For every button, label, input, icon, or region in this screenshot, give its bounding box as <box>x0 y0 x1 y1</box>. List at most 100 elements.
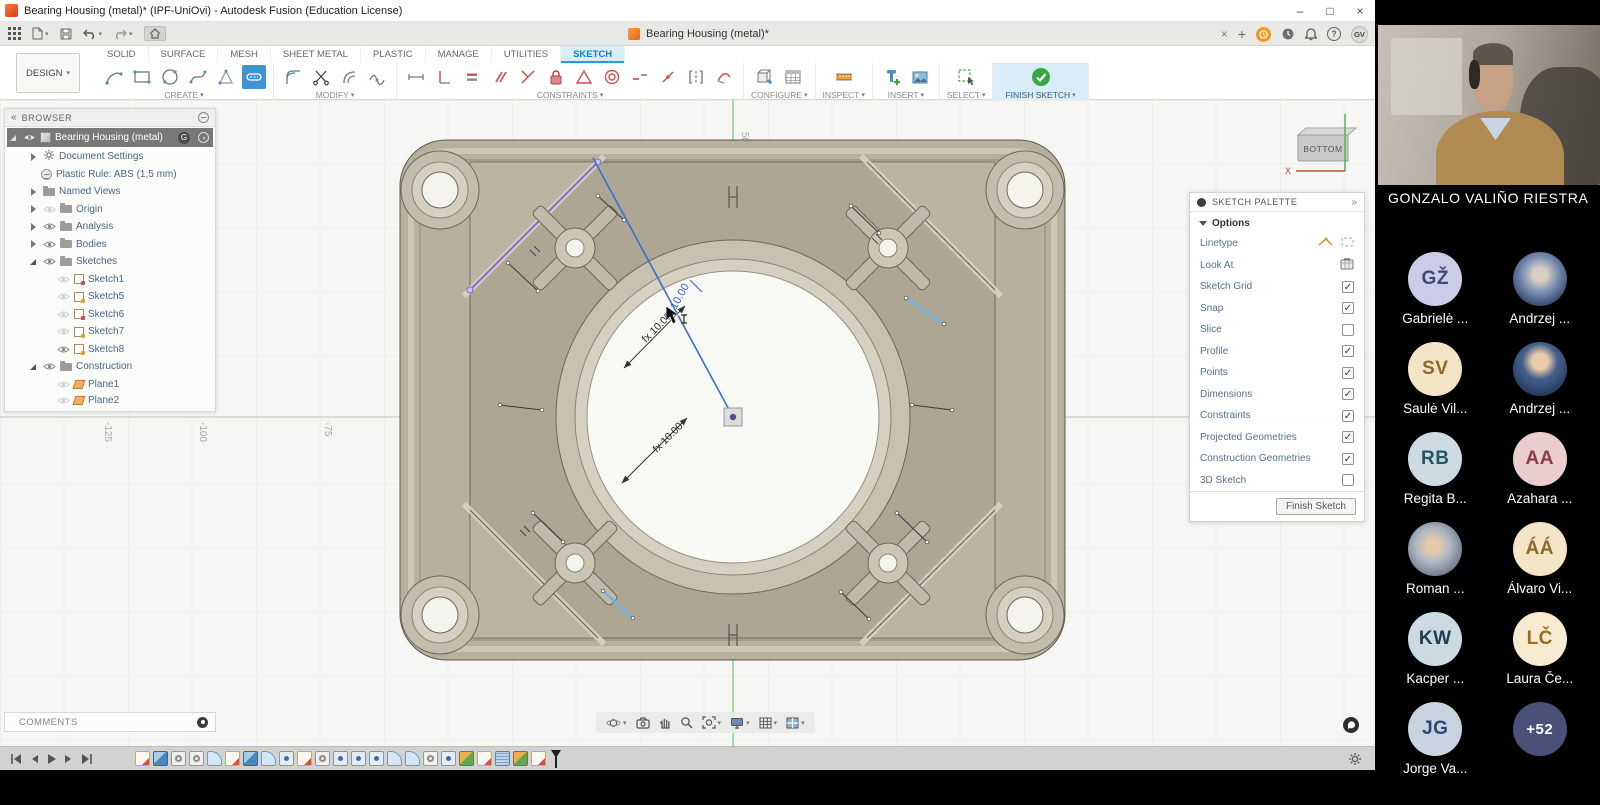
undo-button[interactable]: ▾ <box>83 28 103 40</box>
avatar[interactable]: AA <box>1513 432 1567 486</box>
tab-sketch[interactable]: SKETCH <box>561 46 625 63</box>
insert-fastener-icon[interactable] <box>880 65 904 89</box>
section-collapse-icon[interactable] <box>1199 221 1207 226</box>
triangle-constraint-icon[interactable] <box>572 65 596 89</box>
browser-item[interactable]: Plane2 <box>5 393 215 411</box>
browser-root-item[interactable]: Bearing Housing (metal) G <box>7 128 213 147</box>
avatar[interactable] <box>1513 342 1567 396</box>
line-tool-icon[interactable] <box>102 65 126 89</box>
browser-item[interactable]: Sketch8 <box>5 341 215 359</box>
symmetry-constraint-icon[interactable] <box>684 65 708 89</box>
orbit-icon[interactable]: ▾ <box>606 716 627 730</box>
new-tab-icon[interactable]: + <box>1238 26 1246 42</box>
visibility-eye-icon[interactable] <box>43 362 56 371</box>
close-icon[interactable]: × <box>1345 0 1375 22</box>
browser-item[interactable]: Origin <box>5 201 215 219</box>
participant-tile[interactable]: Roman ... <box>1383 522 1488 612</box>
browser-item[interactable]: Sketches <box>5 253 215 271</box>
tab-solid[interactable]: SOLID <box>95 46 149 63</box>
origin-marker[interactable] <box>724 408 742 426</box>
browser-item[interactable]: Sketch5 <box>5 288 215 306</box>
participant-tile[interactable]: RBRegita B... <box>1383 432 1488 522</box>
collinear-constraint-icon[interactable] <box>628 65 652 89</box>
timeline-feature-icon[interactable] <box>495 751 510 766</box>
select-group-label[interactable]: SELECT <box>947 90 980 100</box>
participant-tile[interactable]: LČLaura Če... <box>1488 612 1593 702</box>
visibility-eye-icon[interactable] <box>43 257 56 266</box>
timeline-feature-icon[interactable] <box>279 751 294 766</box>
browser-item[interactable]: Analysis <box>5 218 215 236</box>
workspace-selector[interactable]: DESIGN ▾ <box>16 53 80 93</box>
insert-image-icon[interactable] <box>908 65 932 89</box>
timeline-feature-icon[interactable] <box>351 751 366 766</box>
avatar[interactable]: RB <box>1408 432 1462 486</box>
minimize-panel-icon[interactable] <box>198 112 209 123</box>
expand-arrow-icon[interactable] <box>30 259 36 265</box>
visibility-eye-icon[interactable] <box>57 396 70 405</box>
go-to-start-button[interactable] <box>10 753 22 765</box>
timeline-feature-icon[interactable] <box>153 751 168 766</box>
checkbox[interactable]: ✓ <box>1342 431 1354 443</box>
sketch-dimension-icon[interactable] <box>404 65 428 89</box>
tab-plastic[interactable]: PLASTIC <box>361 46 426 63</box>
expand-arrow-icon[interactable] <box>31 188 36 196</box>
browser-item[interactable]: Sketch1 <box>5 271 215 289</box>
constraints-group-label[interactable]: CONSTRAINTS <box>537 90 598 100</box>
maximize-icon[interactable]: □ <box>1315 0 1345 22</box>
participant-tile[interactable]: SVSaulė Vil... <box>1383 342 1488 432</box>
collapse-panel-icon[interactable]: « <box>11 112 17 123</box>
tab-utilities[interactable]: UTILITIES <box>492 46 561 63</box>
visibility-eye-icon[interactable] <box>57 292 70 301</box>
timeline-feature-icon[interactable] <box>171 751 186 766</box>
timeline-feature-icon[interactable] <box>459 751 474 766</box>
avatar[interactable]: SV <box>1408 342 1462 396</box>
normal-linetype-icon[interactable] <box>1341 236 1354 251</box>
create-group-label[interactable]: CREATE <box>164 90 198 100</box>
participant-tile[interactable]: AAAzahara ... <box>1488 432 1593 522</box>
notifications-bell-icon[interactable] <box>1305 28 1317 41</box>
participant-tile[interactable]: Andrzej ... <box>1488 252 1593 342</box>
job-status-icon[interactable] <box>1256 27 1271 42</box>
app-grid-icon[interactable] <box>8 27 21 40</box>
timeline-feature-icon[interactable] <box>243 751 258 766</box>
grid-settings-icon[interactable]: ▾ <box>759 717 778 729</box>
timeline-feature-icon[interactable] <box>261 751 276 766</box>
finish-sketch-palette-button[interactable]: Finish Sketch <box>1276 498 1356 515</box>
avatar[interactable]: LČ <box>1513 612 1567 666</box>
home-view-button[interactable] <box>144 26 166 41</box>
finish-group-label[interactable]: FINISH SKETCH <box>1005 90 1070 100</box>
go-to-end-button[interactable] <box>81 753 93 765</box>
expand-panel-icon[interactable]: » <box>1351 197 1357 208</box>
parallel-constraint-icon[interactable] <box>488 65 512 89</box>
concentric-constraint-icon[interactable] <box>600 65 624 89</box>
checkbox[interactable]: ✓ <box>1342 410 1354 422</box>
avatar[interactable] <box>1408 522 1462 576</box>
step-forward-button[interactable] <box>64 753 74 765</box>
browser-item[interactable]: Plastic Rule: ABS (1,5 mm) <box>5 166 215 184</box>
timeline-position-marker[interactable] <box>551 750 562 768</box>
timeline-feature-icon[interactable] <box>441 751 456 766</box>
origin-badge-icon[interactable] <box>198 132 209 143</box>
checkbox[interactable]: ✓ <box>1342 281 1354 293</box>
circle-tool-icon[interactable] <box>158 65 182 89</box>
timeline-feature-icon[interactable] <box>333 751 348 766</box>
measure-tool-icon[interactable] <box>832 65 856 89</box>
look-at-icon[interactable] <box>1340 258 1354 273</box>
minimize-icon[interactable]: – <box>1285 0 1315 22</box>
redo-button[interactable]: ▾ <box>113 28 133 40</box>
view-cube-face-label[interactable]: BOTTOM <box>1303 144 1342 154</box>
spline-tool-icon[interactable] <box>186 65 210 89</box>
timeline-feature-icon[interactable] <box>207 751 222 766</box>
close-tab-icon[interactable]: × <box>1221 27 1228 41</box>
select-tool-icon[interactable] <box>954 65 978 89</box>
checkbox[interactable]: ✓ <box>1342 453 1354 465</box>
visibility-eye-icon[interactable] <box>23 133 36 142</box>
play-button[interactable] <box>46 753 57 765</box>
timeline-settings-gear-icon[interactable] <box>1348 752 1362 771</box>
browser-item[interactable]: Bodies <box>5 236 215 254</box>
fit-view-icon[interactable]: ▾ <box>702 716 722 729</box>
modify-group-label[interactable]: MODIFY <box>316 90 349 100</box>
step-back-button[interactable] <box>29 753 39 765</box>
perpendicular-constraint-icon[interactable] <box>516 65 540 89</box>
comments-indicator-icon[interactable] <box>197 717 208 728</box>
